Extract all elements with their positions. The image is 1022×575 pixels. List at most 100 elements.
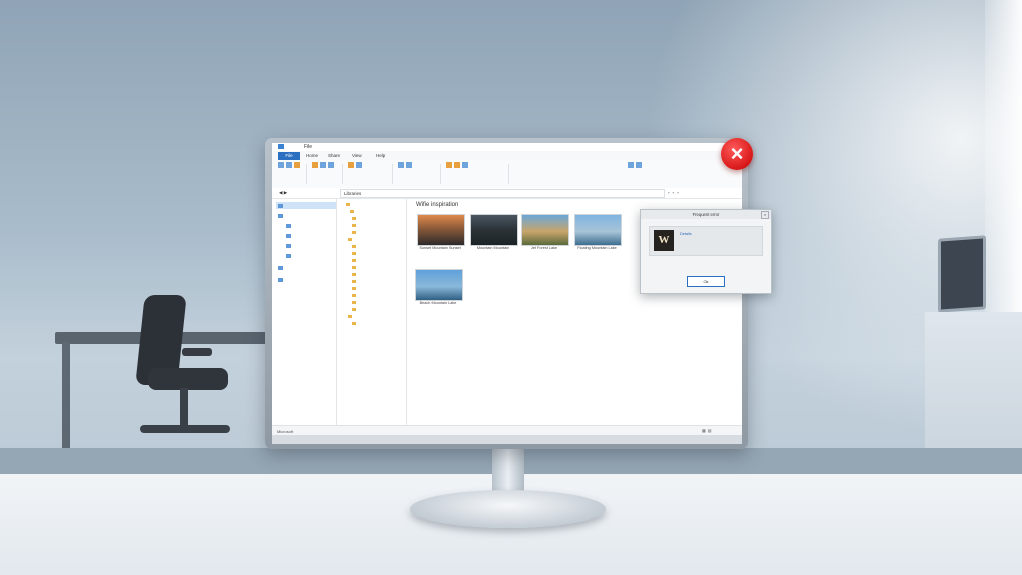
search-icon[interactable] [628, 162, 634, 168]
ribbon-group-clipboard [278, 162, 302, 186]
content-heading: Wifie inspiration [416, 202, 459, 208]
nav-item[interactable] [286, 233, 293, 238]
move-to-icon[interactable] [312, 162, 318, 168]
folder-icon [352, 252, 356, 256]
folder-icon [352, 259, 356, 263]
select-none-icon[interactable] [454, 162, 460, 168]
pin-icon[interactable] [278, 162, 284, 168]
dialog-title: Frequent error [641, 210, 771, 219]
tree-item[interactable] [352, 293, 358, 298]
monitor-stand-base [410, 490, 606, 528]
landscape-image-icon[interactable] [574, 214, 622, 246]
folder-icon [352, 217, 356, 221]
ribbon-separator [392, 164, 393, 184]
monitor-chin [272, 435, 742, 444]
ribbon-group-open [398, 162, 414, 186]
ok-button[interactable]: Ok [687, 276, 725, 287]
ribbon-separator [306, 164, 307, 184]
landscape-image-icon[interactable] [521, 214, 569, 246]
tree-item[interactable] [352, 300, 358, 305]
folder-icon [352, 273, 356, 277]
address-bar: ◀ ▶ Libraries ▫▫▫ [272, 188, 742, 199]
tree-item[interactable] [352, 244, 358, 249]
tree-item[interactable] [352, 272, 358, 277]
tree-item[interactable] [352, 321, 358, 326]
background-monitor [938, 235, 986, 313]
tab-help[interactable]: Help [376, 153, 385, 158]
ribbon-group-organize [312, 162, 336, 186]
copy-icon[interactable] [286, 162, 292, 168]
pictures-icon [286, 243, 291, 248]
tab-file[interactable]: File [278, 152, 300, 160]
tree-item[interactable] [346, 202, 352, 207]
nav-item[interactable] [286, 253, 293, 258]
open-icon[interactable] [398, 162, 404, 168]
nav-item[interactable] [278, 265, 285, 270]
view-toggle-icon[interactable]: ▦▤ [702, 428, 714, 433]
new-folder-icon[interactable] [348, 162, 354, 168]
nav-item[interactable] [278, 277, 285, 282]
select-all-icon[interactable] [446, 162, 452, 168]
folder-icon [348, 238, 352, 242]
folder-icon [352, 224, 356, 228]
tree-item[interactable] [348, 314, 354, 319]
folder-icon [346, 203, 350, 207]
tab-share[interactable]: Share [328, 153, 340, 158]
thumbnail-caption: Mountain Mountain [476, 246, 510, 250]
thumbnail-caption: Sunset Mountain Sunset [419, 246, 461, 250]
documents-icon [286, 233, 291, 238]
nav-item[interactable] [286, 223, 293, 228]
landscape-image-icon[interactable] [415, 269, 463, 301]
folder-icon [278, 144, 284, 149]
tree-item[interactable] [352, 216, 358, 221]
invert-selection-icon[interactable] [462, 162, 468, 168]
error-dialog: Frequent error × W Details Ok [640, 209, 772, 294]
desktop-icon [278, 213, 283, 218]
tree-item[interactable] [352, 223, 358, 228]
background-desk-leg [62, 342, 70, 450]
close-icon[interactable]: × [761, 211, 769, 219]
tab-view[interactable]: View [352, 153, 362, 158]
nav-item-selected[interactable] [276, 202, 336, 209]
edit-icon[interactable] [406, 162, 412, 168]
tree-item[interactable] [352, 286, 358, 291]
thumbnail-caption: Floating Mountain Lake [577, 246, 617, 250]
new-item-icon[interactable] [356, 162, 362, 168]
tree-item[interactable] [348, 237, 354, 242]
paste-icon[interactable] [294, 162, 300, 168]
office-chair-arm [182, 348, 212, 356]
tree-item[interactable] [352, 230, 358, 235]
address-path[interactable]: Libraries [340, 189, 665, 198]
tree-item[interactable] [352, 251, 358, 256]
tab-home[interactable]: Home [306, 153, 318, 158]
tree-item[interactable] [352, 265, 358, 270]
network-icon [278, 277, 283, 282]
back-forward-icon[interactable]: ◀ ▶ [279, 190, 287, 196]
ribbon-group-search [628, 162, 644, 186]
nav-item[interactable] [286, 243, 293, 248]
tree-item[interactable] [352, 258, 358, 263]
thumbnail-caption: Jet Forest Lake [530, 246, 558, 250]
office-chair-post [180, 388, 188, 428]
folder-icon [352, 287, 356, 291]
folder-icon [352, 308, 356, 312]
folder-icon [352, 280, 356, 284]
dialog-details-link[interactable]: Details [680, 232, 692, 236]
folder-icon [352, 301, 356, 305]
landscape-image-icon[interactable] [417, 214, 465, 246]
folder-icon [352, 294, 356, 298]
view-tools-icon[interactable]: ▫▫▫ [668, 190, 682, 195]
ribbon-separator [342, 164, 343, 184]
tree-item[interactable] [352, 307, 358, 312]
window-titlebar: File [272, 143, 742, 151]
office-chair-seat [148, 368, 228, 390]
copy-to-icon[interactable] [320, 162, 326, 168]
tree-item[interactable] [352, 279, 358, 284]
folder-icon [352, 231, 356, 235]
error-x-icon: × [721, 138, 753, 170]
nav-item[interactable] [278, 213, 285, 218]
tree-item[interactable] [350, 209, 356, 214]
landscape-image-icon[interactable] [470, 214, 518, 246]
filter-icon[interactable] [636, 162, 642, 168]
delete-icon[interactable] [328, 162, 334, 168]
